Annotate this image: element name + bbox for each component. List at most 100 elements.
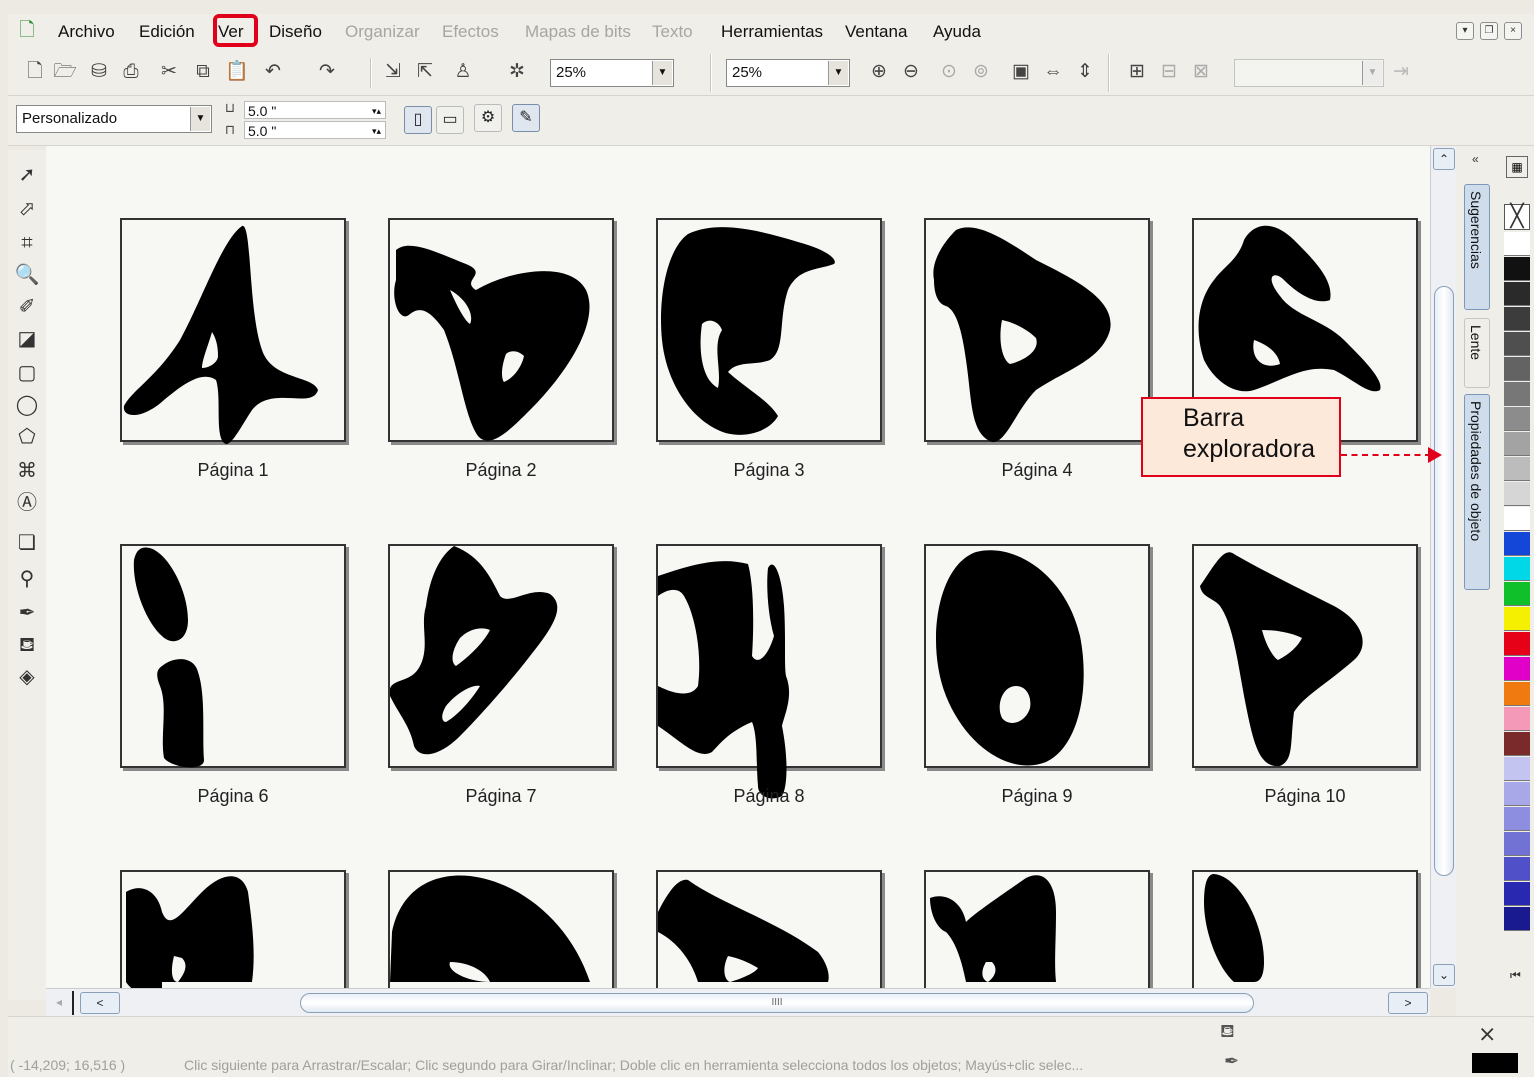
page-options-icon[interactable]: ⊠ xyxy=(1188,59,1214,85)
treat-as-filled-icon[interactable]: ✎ xyxy=(512,104,540,132)
pick-tool-icon[interactable]: ➚ xyxy=(12,160,42,190)
save-icon[interactable]: ⛁ xyxy=(86,59,112,85)
palette-scroll-end-icon[interactable]: ⏮ xyxy=(1510,968,1521,983)
interactive-blend-tool-icon[interactable]: ❏ xyxy=(12,528,42,558)
menu-archivo[interactable]: Archivo xyxy=(58,22,115,42)
portrait-icon[interactable]: ▯ xyxy=(404,106,432,134)
color-swatch[interactable] xyxy=(1504,307,1530,331)
units-icon[interactable]: ⚙ xyxy=(474,104,502,132)
color-swatch[interactable] xyxy=(1504,707,1530,731)
polygon-tool-icon[interactable]: ⬠ xyxy=(12,422,42,452)
scroll-down-icon[interactable]: ⌄ xyxy=(1433,964,1455,986)
palette-options-icon[interactable]: ▦ xyxy=(1506,156,1528,178)
scroll-right-icon[interactable]: > xyxy=(1388,992,1428,1014)
zoom-height-icon[interactable]: ⇕ xyxy=(1072,59,1098,85)
export-icon[interactable]: ⇱ xyxy=(412,59,438,85)
scroll-up-icon[interactable]: ⌃ xyxy=(1433,148,1455,170)
zoom-selected-icon[interactable]: ⊙ xyxy=(936,59,962,85)
tab-lente[interactable]: Lente xyxy=(1464,318,1490,388)
menu-ver[interactable]: Ver xyxy=(218,22,244,42)
menu-edicion[interactable]: Edición xyxy=(139,22,195,42)
no-fill-indicator-icon[interactable]: ⨯ xyxy=(1478,1021,1496,1047)
basic-shapes-tool-icon[interactable]: ⌘ xyxy=(12,456,42,486)
color-swatch[interactable] xyxy=(1504,857,1530,881)
zoom-in-icon[interactable]: ⊕ xyxy=(866,59,892,85)
chevron-down-icon[interactable]: ▼ xyxy=(828,61,848,85)
arrow-right-icon[interactable]: ⇥ xyxy=(1388,59,1414,85)
menu-efectos[interactable]: Efectos xyxy=(442,22,499,42)
freehand-tool-icon[interactable]: ✐ xyxy=(12,292,42,322)
outline-tool-icon[interactable]: ✒ xyxy=(12,598,42,628)
color-swatch[interactable] xyxy=(1504,732,1530,756)
color-swatch[interactable] xyxy=(1504,407,1530,431)
menu-herramientas[interactable]: Herramientas xyxy=(721,22,823,42)
color-swatch[interactable] xyxy=(1504,782,1530,806)
color-swatch[interactable] xyxy=(1504,357,1530,381)
page-thumbnail[interactable] xyxy=(120,218,346,444)
color-swatch[interactable] xyxy=(1504,382,1530,406)
menu-organizar[interactable]: Organizar xyxy=(345,22,420,42)
page-thumbnail[interactable] xyxy=(656,218,882,442)
smart-fill-tool-icon[interactable]: ◪ xyxy=(12,324,42,354)
vertical-scroll-thumb[interactable] xyxy=(1434,286,1454,876)
first-page-icon[interactable]: ◂ xyxy=(48,992,70,1014)
page-thumbnail[interactable] xyxy=(656,870,882,988)
color-swatch[interactable] xyxy=(1504,607,1530,631)
color-swatch[interactable] xyxy=(1504,557,1530,581)
restore-icon[interactable]: ❐ xyxy=(1480,22,1498,40)
zoom-tool-icon[interactable]: 🔍 xyxy=(12,260,42,290)
print-icon[interactable]: ⎙ xyxy=(118,59,144,85)
new-icon[interactable]: 🗋 xyxy=(22,59,48,85)
redo-icon[interactable]: ↷ xyxy=(314,59,340,85)
color-swatch[interactable] xyxy=(1504,682,1530,706)
eyedropper-tool-icon[interactable]: ⚲ xyxy=(12,564,42,594)
color-swatch[interactable] xyxy=(1504,832,1530,856)
shape-tool-icon[interactable]: ⬀ xyxy=(12,194,42,224)
page-thumbnail[interactable] xyxy=(388,870,614,988)
color-swatch[interactable] xyxy=(1504,257,1530,281)
drawing-canvas[interactable]: Página 1 Página 2 Página 3 Página 4 Pági… xyxy=(46,146,1430,988)
outline-indicator-icon[interactable]: ✒ xyxy=(1224,1051,1239,1072)
page-thumbnail[interactable] xyxy=(1192,870,1418,988)
vertical-scrollbar[interactable]: ⌃ ⌄ xyxy=(1430,146,1456,988)
page-thumbnail[interactable] xyxy=(120,870,346,988)
color-swatch[interactable] xyxy=(1504,757,1530,781)
copy-icon[interactable]: ⧉ xyxy=(190,59,216,85)
text-tool-icon[interactable]: Ⓐ xyxy=(12,488,42,518)
page-thumbnail[interactable] xyxy=(120,544,346,768)
color-swatch[interactable] xyxy=(1504,882,1530,906)
chevron-down-icon[interactable]: ▼ xyxy=(652,61,672,85)
page-thumbnail[interactable] xyxy=(924,218,1150,443)
outline-color-swatch[interactable] xyxy=(1472,1053,1518,1073)
page-size-combo[interactable]: Personalizado ▼ xyxy=(16,105,212,133)
fill-indicator-icon[interactable]: ⛾ xyxy=(1220,1021,1235,1045)
color-swatch[interactable] xyxy=(1504,657,1530,681)
rectangle-tool-icon[interactable]: ▢ xyxy=(12,358,42,388)
tab-propiedades-de-objeto[interactable]: Propiedades de objeto xyxy=(1464,394,1490,590)
color-swatch[interactable] xyxy=(1504,457,1530,481)
chevron-down-icon[interactable]: ▼ xyxy=(190,107,210,131)
no-color-swatch[interactable]: ╳ xyxy=(1504,204,1530,230)
color-swatch[interactable] xyxy=(1504,582,1530,606)
disabled-combo[interactable]: ▼ xyxy=(1234,59,1384,87)
zoom-page-icon[interactable]: ▣ xyxy=(1008,59,1034,85)
nudge-field-1[interactable]: 5.0 " ▾▴ xyxy=(244,101,386,119)
open-icon[interactable]: 🗁 xyxy=(52,59,78,85)
nudge-field-2[interactable]: 5.0 " ▾▴ xyxy=(244,121,386,139)
landscape-icon[interactable]: ▭ xyxy=(436,106,464,134)
menu-mapas-de-bits[interactable]: Mapas de bits xyxy=(525,22,631,42)
horizontal-scroll-thumb[interactable]: IIII xyxy=(300,993,1254,1013)
collapse-docker-icon[interactable]: « xyxy=(1472,152,1479,166)
page-thumbnail[interactable] xyxy=(388,544,614,768)
ellipse-tool-icon[interactable]: ◯ xyxy=(12,390,42,420)
color-swatch[interactable] xyxy=(1504,282,1530,306)
page-arrange-icon[interactable]: ⊟ xyxy=(1156,59,1182,85)
scroll-left-icon[interactable]: < xyxy=(80,992,120,1014)
color-swatch[interactable] xyxy=(1504,907,1530,931)
page-layout-icon[interactable]: ⊞ xyxy=(1124,59,1150,85)
color-swatch[interactable] xyxy=(1504,332,1530,356)
undo-icon[interactable]: ↶ xyxy=(260,59,286,85)
zoom-combo-2[interactable]: 25% ▼ xyxy=(726,59,850,87)
color-swatch[interactable] xyxy=(1504,232,1530,256)
color-swatch[interactable] xyxy=(1504,532,1530,556)
